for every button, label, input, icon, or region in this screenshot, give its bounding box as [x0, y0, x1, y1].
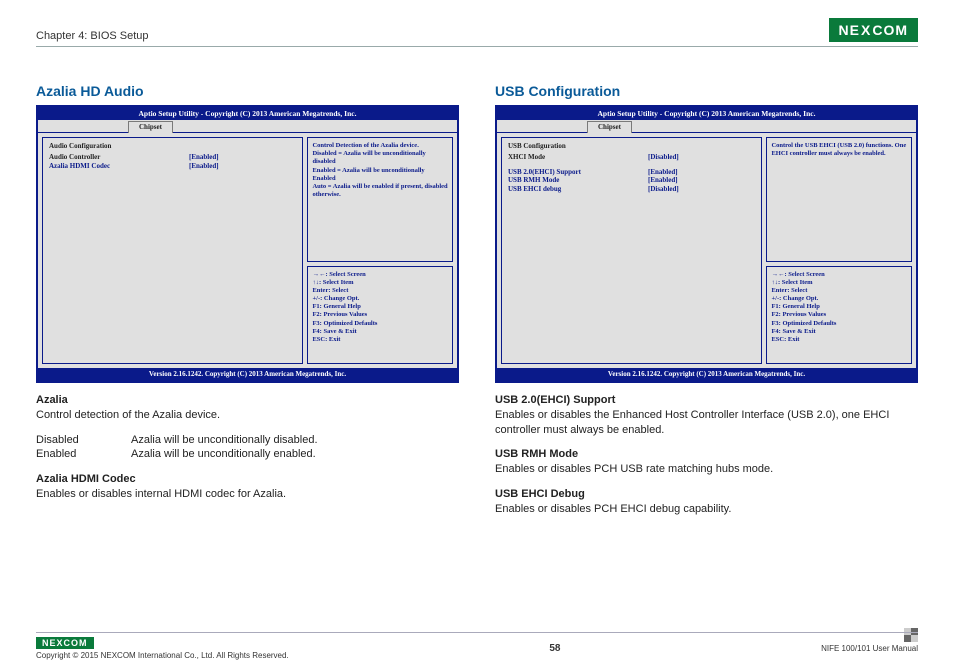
bios-row: XHCI Mode [Disabled] — [508, 153, 755, 162]
bios-row-label: USB RMH Mode — [508, 176, 648, 185]
bios-row-label: Audio Controller — [49, 153, 189, 162]
copyright-text: Copyright © 2015 NEXCOM International Co… — [36, 651, 289, 660]
chapter-label: Chapter 4: BIOS Setup — [36, 30, 149, 42]
bios-row-value: [Enabled] — [648, 176, 678, 185]
desc-row-text: Azalia will be unconditionally enabled. — [131, 447, 316, 462]
bios-header: Aptio Setup Utility - Copyright (C) 2013… — [38, 107, 457, 120]
bios-screenshot-right: Aptio Setup Utility - Copyright (C) 2013… — [495, 105, 918, 383]
footer-left: NEXCOM Copyright © 2015 NEXCOM Internati… — [36, 637, 289, 660]
bios-keys-panel: →←: Select Screen ↑↓: Select Item Enter:… — [766, 266, 912, 364]
desc-heading: USB RMH Mode — [495, 447, 918, 462]
brand-logo-small: NEXCOM — [36, 637, 94, 649]
desc-text: Enables or disables PCH EHCI debug capab… — [495, 502, 918, 517]
bios-row-value: [Disabled] — [648, 153, 679, 162]
desc-heading: Azalia — [36, 393, 459, 408]
bios-help-panel: Control the USB EHCI (USB 2.0) functions… — [766, 137, 912, 262]
bios-row-label: USB 2.0(EHCI) Support — [508, 168, 648, 177]
bios-tab-row: Chipset — [38, 120, 457, 133]
bios-section-label: Audio Configuration — [49, 142, 296, 151]
desc-row: Disabled Azalia will be unconditionally … — [36, 433, 459, 448]
desc-heading: Azalia HDMI Codec — [36, 472, 459, 487]
bios-row-value: [Enabled] — [189, 162, 219, 171]
bios-section-label: USB Configuration — [508, 142, 755, 151]
desc-text: Enables or disables internal HDMI codec … — [36, 487, 459, 502]
bios-row-label: USB EHCI debug — [508, 185, 648, 194]
bios-main-panel: Audio Configuration Audio Controller [En… — [42, 137, 303, 364]
desc-heading: USB EHCI Debug — [495, 487, 918, 502]
bios-footer: Version 2.16.1242. Copyright (C) 2013 Am… — [497, 368, 916, 381]
bios-row-value: [Enabled] — [648, 168, 678, 177]
manual-title: NIFE 100/101 User Manual — [821, 644, 918, 653]
brand-logo: NEXCOM — [829, 18, 918, 42]
bios-tab-row: Chipset — [497, 120, 916, 133]
desc-row: Enabled Azalia will be unconditionally e… — [36, 447, 459, 462]
bios-keys-panel: →←: Select Screen ↑↓: Select Item Enter:… — [307, 266, 453, 364]
bios-row-value: [Disabled] — [648, 185, 679, 194]
desc-text: Enables or disables the Enhanced Host Co… — [495, 408, 918, 438]
page-number: 58 — [549, 643, 560, 654]
bios-row-value: [Enabled] — [189, 153, 219, 162]
bios-row: USB 2.0(EHCI) Support [Enabled] — [508, 168, 755, 177]
bios-row: Azalia HDMI Codec [Enabled] — [49, 162, 296, 171]
desc-row-text: Azalia will be unconditionally disabled. — [131, 433, 318, 448]
bios-row: Audio Controller [Enabled] — [49, 153, 296, 162]
bios-help-panel: Control Detection of the Azalia device. … — [307, 137, 453, 262]
desc-row-label: Disabled — [36, 433, 131, 448]
desc-row-label: Enabled — [36, 447, 131, 462]
bios-header: Aptio Setup Utility - Copyright (C) 2013… — [497, 107, 916, 120]
desc-text: Control detection of the Azalia device. — [36, 408, 459, 423]
bios-row-label: Azalia HDMI Codec — [49, 162, 189, 171]
desc-heading: USB 2.0(EHCI) Support — [495, 393, 918, 408]
bios-row: USB EHCI debug [Disabled] — [508, 185, 755, 194]
bios-tab-chipset: Chipset — [587, 121, 632, 133]
bios-tab-chipset: Chipset — [128, 121, 173, 133]
bios-main-panel: USB Configuration XHCI Mode [Disabled] U… — [501, 137, 762, 364]
desc-text: Enables or disables PCH USB rate matchin… — [495, 462, 918, 477]
section-title-left: Azalia HD Audio — [36, 83, 459, 99]
bios-row-label: XHCI Mode — [508, 153, 648, 162]
bios-footer: Version 2.16.1242. Copyright (C) 2013 Am… — [38, 368, 457, 381]
bios-row: USB RMH Mode [Enabled] — [508, 176, 755, 185]
bios-screenshot-left: Aptio Setup Utility - Copyright (C) 2013… — [36, 105, 459, 383]
section-title-right: USB Configuration — [495, 83, 918, 99]
